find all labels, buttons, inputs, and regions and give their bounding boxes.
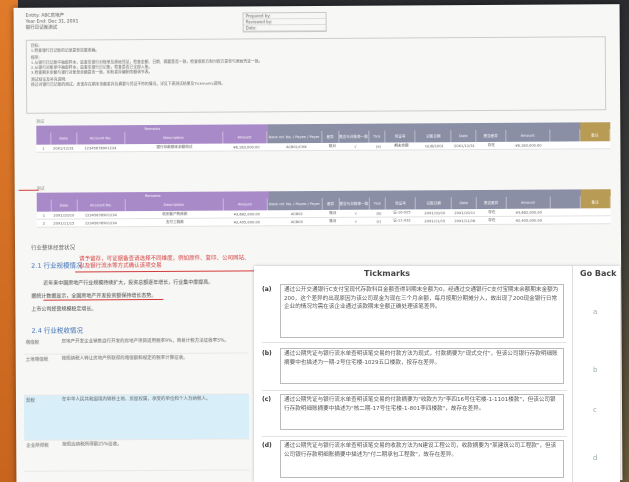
red-annotation: 请予留存，可证据备查请选择不同维度，例如原件、复印、公司网站、 以及银行流水等方… <box>79 255 250 270</box>
screenshot-stage: Entity: ABC房地产 Year End: Dec 31, 20X1 银行… <box>0 0 629 482</box>
tickmark-label: (a) <box>262 286 272 293</box>
tickmark-text: 通过公期凭证与银行流水单查明该笔交易的付款摘要为"收款方为"李四16号住宅楼-1… <box>280 394 564 430</box>
tickmark-label: (d) <box>262 442 272 449</box>
go-back-link-a[interactable]: a <box>593 308 597 316</box>
col-amount2: Amount <box>506 129 551 142</box>
tax-row: 土地增值税 按照纳税人转让房地产所取得的增值额和规定的税率计算征收。 <box>23 353 249 396</box>
test-table-1: Remarks Date Account No. Description Amo… <box>36 122 611 153</box>
tickmarks-header: Tickmarks Go Back <box>254 266 620 282</box>
tickmark-text: 通过公期凭证与银行流水单查明该笔交易的付款方法为现式，付款摘要为"现式交付"，但… <box>280 348 564 384</box>
tickmark-text: 通过公期凭证与银行流水单查明该笔交易的收款方法为N建设工程公司，收款摘要为"某建… <box>280 440 564 478</box>
col-date: Date <box>50 132 78 145</box>
col-voucher: 凭证号 <box>385 130 416 143</box>
document-header: Entity: ABC房地产 Year End: Dec 31, 20X1 银行… <box>26 13 79 31</box>
go-back-link-b[interactable]: b <box>593 366 597 374</box>
header-line: 银行日记账测试 <box>25 25 58 31</box>
meta-box: Prepared by: Reviewed by: Date: <box>242 11 327 33</box>
col-diff: 差异 <box>322 130 339 143</box>
red-underline <box>43 298 164 301</box>
test-table-2: Remarks Date Account No. Description Amo… <box>36 189 611 228</box>
red-note-line: 请予留存，可证据备查请选择不同维度，例如原件、复印、公司网站、 <box>79 255 250 263</box>
col-diff2: 是否差异 <box>476 129 507 143</box>
tickmarks-title: Tickmarks <box>364 269 411 278</box>
tickmark-text: 通过公开交通银行C支付宝现代存款科目金额查得到期末全额为0，经通过交通银行C支付… <box>280 284 564 338</box>
tax-row: 企业所得税 按照应纳税所得额25%征收。 <box>24 439 250 472</box>
table2-label: 测试 <box>36 185 45 191</box>
tickmark-item-d: (d) 通过公期凭证与银行流水单查明该笔交易的收款方法为N建设工程公司，收款摘要… <box>262 438 567 482</box>
col-account: Account No. <box>77 132 125 145</box>
tax-row: 增值税 房地产开发企业销售自行开发的房地产项目适用税率9%，简易计税方法征收率5%… <box>23 336 249 355</box>
section-heading-2-1: 2.1 行业规模情况 <box>31 261 83 270</box>
red-annotation-line <box>18 189 39 191</box>
tickmark-label: (b) <box>262 350 272 357</box>
tickmark-label: (c) <box>262 396 272 403</box>
section-heading-2-4: 2.4 行业税收情况 <box>31 326 83 335</box>
col-description: Description <box>124 131 224 145</box>
table1-label: 测试 <box>36 118 45 124</box>
go-back-header: Go Back <box>580 269 617 278</box>
body-line: 近年来中国房地产行业规模持续扩大，投资总额逐年增长，行业集中度提高。 <box>43 279 214 287</box>
section-note: 行业整体经营状况 <box>31 245 76 252</box>
col-date2: Date <box>451 130 477 143</box>
tickmark-item-c: (c) 通过公期凭证与银行流水单查明该笔交易的付款摘要为"收款方为"李四16号住… <box>262 392 567 437</box>
col-amount: Amount <box>223 131 267 144</box>
col-book-date: 记账日期 <box>415 130 452 143</box>
meta-row: Prepared by: <box>245 13 271 19</box>
meta-row: Date: <box>245 25 257 31</box>
column-divider <box>572 266 573 482</box>
go-back-link-d[interactable]: d <box>593 454 597 462</box>
col-match: 是否与对账单一致 <box>338 130 370 143</box>
body-line: 上市公司经营规模稳定增长。 <box>31 306 97 313</box>
notes-box: 目标: 1.检查银行日记账的记录是否完整准确。 程序: 1.从银行日记账中抽取样… <box>25 36 607 114</box>
col-remarks: 备注 <box>580 129 611 142</box>
tax-row-highlighted: 契税 在中华人民共和国境内转移土地、房屋权属，承受的单位和个人为纳税人。 <box>23 394 250 441</box>
meta-row: Reviewed by: <box>245 19 273 25</box>
tickmark-item-b: (b) 通过公期凭证与银行流水单查明该笔交易的付款方法为现式，付款摘要为"现式交… <box>262 346 567 391</box>
col-tick: Tick <box>368 130 386 143</box>
tickmarks-panel: Tickmarks Go Back (a) 通过公开交通银行C支付宝现代存款科目… <box>254 266 620 482</box>
red-note-line: 以及银行流水等方式确认该项交易 <box>79 262 162 270</box>
tickmark-item-a: (a) 通过公开交通银行C支付宝现代存款科目金额查得到期末全额为0，经通过交通银… <box>262 282 567 343</box>
tax-table: 增值税 房地产开发企业销售自行开发的房地产项目适用税率9%，简易计税方法征收率5%… <box>23 336 250 472</box>
col-bank-ref: Bank ref. No. / Payee / Payer <box>266 130 323 144</box>
go-back-link-c[interactable]: c <box>593 406 597 414</box>
